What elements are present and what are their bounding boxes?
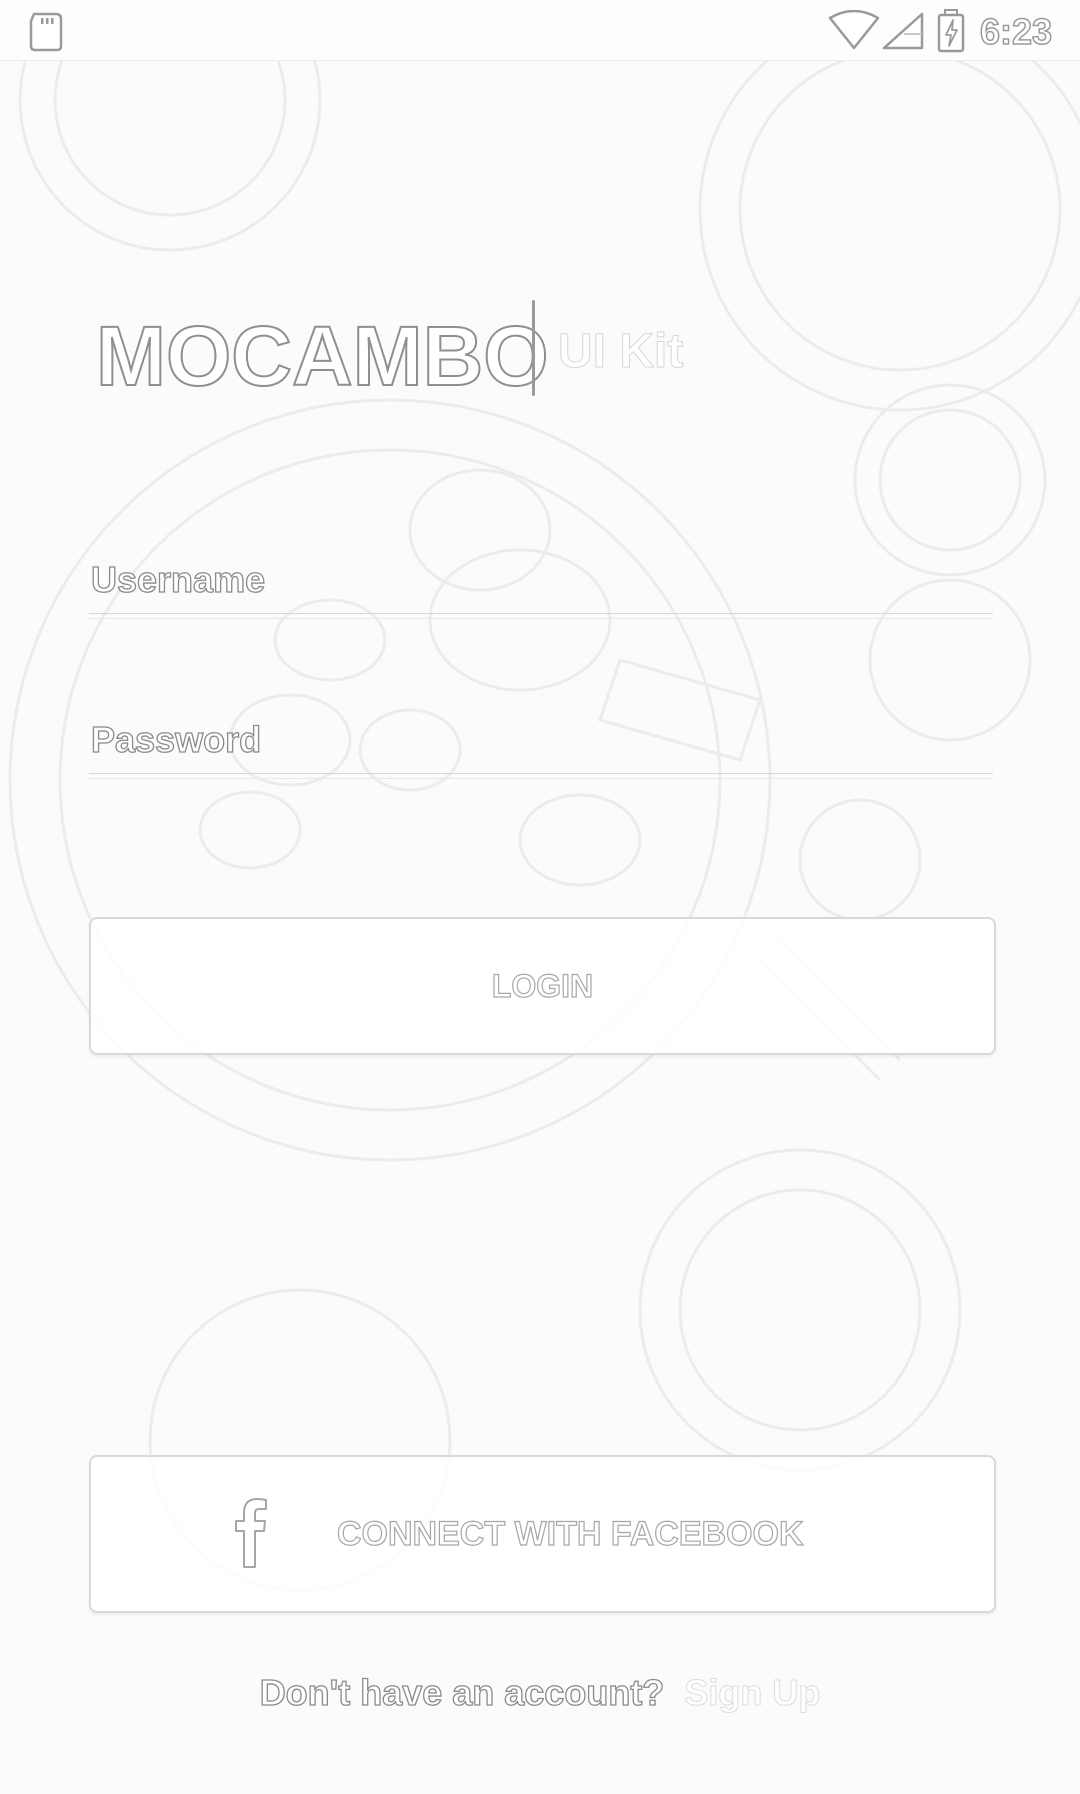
logo-title: MOCAMBO [95,308,550,404]
username-field [89,545,997,625]
signup-link[interactable]: Sign Up [684,1672,821,1714]
connect-facebook-button[interactable]: CONNECT WITH FACEBOOK [89,1455,996,1613]
login-button-label: LOGIN [491,967,594,1004]
signup-prompt: Don't have an account? [259,1671,665,1713]
sd-card-icon [29,12,63,52]
signup-row: Don't have an account? Sign Up [0,1671,1080,1714]
battery-charging-icon [937,9,965,53]
login-screen: 6:23 MOCAMBO UI Kit LOGIN CONNECT WITH F… [0,0,1080,1794]
logo-subtitle: UI Kit [557,325,684,379]
logo-divider [532,300,535,396]
password-field [89,705,997,785]
facebook-icon [235,1498,267,1568]
password-underline [89,773,993,779]
password-input[interactable] [89,705,997,775]
wifi-icon [828,10,880,50]
username-input[interactable] [89,545,997,615]
login-button[interactable]: LOGIN [89,917,996,1055]
cell-signal-icon [882,12,924,50]
username-underline [89,613,993,619]
status-time: 6:23 [979,10,1053,53]
status-bar: 6:23 [0,0,1080,61]
connect-facebook-label: CONNECT WITH FACEBOOK [336,1514,804,1553]
